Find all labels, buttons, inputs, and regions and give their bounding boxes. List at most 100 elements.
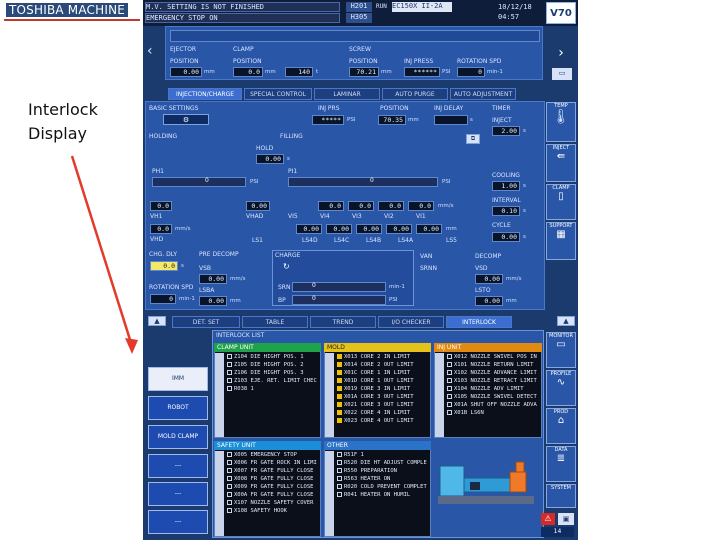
mold-scrollbar[interactable] bbox=[325, 353, 334, 437]
inj-prs-value[interactable]: ***** bbox=[312, 115, 344, 125]
vhad-value[interactable]: 0.00 bbox=[246, 201, 270, 211]
ls-value-3[interactable]: 0.00 bbox=[356, 224, 382, 234]
list-item[interactable]: X022 CORE 4 IN LIMIT bbox=[336, 409, 430, 417]
cycle-value[interactable]: 0.00 bbox=[492, 232, 520, 242]
ls-value-5[interactable]: 0.00 bbox=[416, 224, 442, 234]
sidebar-item-clamp[interactable]: CLAMP ▯ bbox=[546, 184, 576, 220]
vsd-value[interactable]: 0.00 bbox=[475, 274, 503, 284]
inj-position-value[interactable]: 70.35 bbox=[378, 115, 406, 125]
list-item[interactable]: R038 1 bbox=[226, 385, 320, 393]
list-item[interactable]: X012 NOZZLE SWIVEL POS IN bbox=[446, 353, 541, 361]
rotation-spd-charge-value[interactable]: 0 bbox=[150, 294, 176, 304]
tab-det-set[interactable]: DET. SET bbox=[172, 316, 240, 328]
tab-interlock[interactable]: INTERLOCK bbox=[446, 316, 512, 328]
list-item[interactable]: Z105 DIE HIGHT POS. 2 bbox=[226, 361, 320, 369]
tab-table[interactable]: TABLE bbox=[242, 316, 308, 328]
empty-button-2[interactable]: --- bbox=[148, 482, 208, 506]
inject-timer-value[interactable]: 2.00 bbox=[492, 126, 520, 136]
sidebar-item-system[interactable]: SYSTEM bbox=[546, 484, 576, 508]
list-item[interactable]: R041 HEATER ON HUMIL bbox=[336, 491, 430, 499]
imm-button[interactable]: IMM bbox=[148, 367, 208, 391]
alarm-icon[interactable]: ⚠ bbox=[541, 513, 555, 525]
robot-button[interactable]: ROBOT bbox=[148, 396, 208, 420]
list-item[interactable]: R550 PREPARATION bbox=[336, 467, 430, 475]
list-item[interactable]: X01C CORE 1 IN LIMIT bbox=[336, 369, 430, 377]
sidebar-up-icon[interactable]: ▲ bbox=[557, 316, 575, 326]
list-item[interactable]: X104 NOZZLE ADV LIMIT bbox=[446, 385, 541, 393]
rotation-spd-value[interactable]: 0 bbox=[457, 67, 485, 77]
list-item[interactable]: Z103 EJE. RET. LIMIT CHEC bbox=[226, 377, 320, 385]
tab-laminar[interactable]: LAMINAR bbox=[314, 88, 380, 100]
inj-press-value[interactable]: ****** bbox=[404, 67, 440, 77]
list-item[interactable]: X014 CORE 2 OUT LIMIT bbox=[336, 361, 430, 369]
mold-clamp-button[interactable]: MOLD CLAMP bbox=[148, 425, 208, 449]
other-scrollbar[interactable] bbox=[325, 451, 334, 536]
chg-dly-value[interactable]: 0.0 bbox=[150, 261, 178, 271]
list-item[interactable]: X01B LS6N bbox=[446, 409, 541, 417]
list-item[interactable]: R563 HEATER ON bbox=[336, 475, 430, 483]
message-2[interactable]: EMERGENCY STOP ON bbox=[145, 13, 340, 23]
pi1-value[interactable]: 0 bbox=[370, 177, 374, 184]
empty-button-1[interactable]: --- bbox=[148, 454, 208, 478]
inj-unit-scrollbar[interactable] bbox=[435, 353, 444, 437]
vi-value-4[interactable]: 0.0 bbox=[408, 201, 434, 211]
clamp-unit-scrollbar[interactable] bbox=[215, 353, 224, 437]
list-item[interactable]: R020 COLD PREVENT COMPLET bbox=[336, 483, 430, 491]
clamp-force-value[interactable]: 140 bbox=[285, 67, 313, 77]
ls-value-1[interactable]: 0.00 bbox=[296, 224, 322, 234]
clamp-position-value[interactable]: 0.0 bbox=[233, 67, 263, 77]
list-item[interactable]: X108 SAFETY HOOK bbox=[226, 507, 320, 515]
vi-value-3[interactable]: 0.0 bbox=[378, 201, 404, 211]
vi-value-1[interactable]: 0.0 bbox=[318, 201, 344, 211]
vsb-value[interactable]: 0.00 bbox=[199, 274, 227, 284]
sidebar-item-monitor[interactable]: MONITOR ▭ bbox=[546, 332, 576, 368]
scroll-up-icon[interactable]: ▲ bbox=[148, 316, 166, 326]
screw-position-value[interactable]: 70.21 bbox=[349, 67, 379, 77]
mode-icon-row[interactable] bbox=[170, 30, 540, 42]
list-item[interactable]: X00A FR GATE FULLY CLOSE bbox=[226, 491, 320, 499]
list-item[interactable]: X01D CORE 1 OUT LIMIT bbox=[336, 377, 430, 385]
lsba-value[interactable]: 0.00 bbox=[199, 296, 227, 306]
chevron-right-icon[interactable]: › bbox=[550, 46, 572, 62]
vi-value-2[interactable]: 0.0 bbox=[348, 201, 374, 211]
sidebar-item-temp[interactable]: TEMP 🌡 bbox=[546, 102, 576, 142]
sidebar-item-profile[interactable]: PROFILE ∿ bbox=[546, 370, 576, 406]
message-1[interactable]: M.V. SETTING IS NOT FINISHED bbox=[145, 2, 340, 12]
screen-icon[interactable]: ▣ bbox=[558, 513, 574, 525]
ph1-value[interactable]: 0 bbox=[205, 177, 209, 184]
chevron-left-icon[interactable]: ‹ bbox=[147, 44, 161, 58]
list-item[interactable]: R520 DIE HT ADJUST COMPLE bbox=[336, 459, 430, 467]
list-item[interactable]: X019 CORE 3 IN LIMIT bbox=[336, 385, 430, 393]
basic-settings-button[interactable]: ⚙ bbox=[163, 114, 209, 125]
list-item[interactable]: X005 EMERGENCY STOP bbox=[226, 451, 320, 459]
list-item[interactable]: X102 NOZZLE ADVANCE LIMIT bbox=[446, 369, 541, 377]
tab-special-control[interactable]: SPECIAL CONTROL bbox=[244, 88, 312, 100]
list-item[interactable]: X023 CORE 4 OUT LIMIT bbox=[336, 417, 430, 425]
list-item[interactable]: X103 NOZZLE RETRACT LIMIT bbox=[446, 377, 541, 385]
list-item[interactable]: X01A CORE 3 OUT LIMIT bbox=[336, 393, 430, 401]
tab-trend[interactable]: TREND bbox=[310, 316, 376, 328]
inj-delay-value[interactable] bbox=[434, 115, 468, 125]
vh1-value[interactable]: 0.0 bbox=[150, 201, 172, 211]
ls-value-2[interactable]: 0.00 bbox=[326, 224, 352, 234]
list-item[interactable]: Z104 DIE HIGHT POS. 1 bbox=[226, 353, 320, 361]
list-item[interactable]: X105 NOZZLE SWIVEL DETECT bbox=[446, 393, 541, 401]
list-item[interactable]: R51F 1 bbox=[336, 451, 430, 459]
empty-button-3[interactable]: --- bbox=[148, 510, 208, 534]
cooling-value[interactable]: 1.00 bbox=[492, 181, 520, 191]
tab-auto-adjustment[interactable]: AUTO ADJUSTMENT bbox=[450, 88, 516, 100]
tab-io-checker[interactable]: I/O CHECKER bbox=[378, 316, 444, 328]
lsto-value[interactable]: 0.00 bbox=[475, 296, 503, 306]
tab-injection-charge[interactable]: INJECTION/CHARGE bbox=[168, 88, 242, 100]
vhd-value[interactable]: 0.0 bbox=[150, 224, 172, 234]
ls-value-4[interactable]: 0.00 bbox=[386, 224, 412, 234]
interval-value[interactable]: 0.10 bbox=[492, 206, 520, 216]
graph-toggle-button[interactable]: ⧉ bbox=[466, 134, 480, 144]
list-item[interactable]: Z106 DIE HIGHT POS. 3 bbox=[226, 369, 320, 377]
list-item[interactable]: X01A SHUT OFF NOZZLE ADVA bbox=[446, 401, 541, 409]
sidebar-item-support[interactable]: SUPPORT ▦ bbox=[546, 222, 576, 260]
srn-value[interactable]: 0 bbox=[312, 282, 316, 289]
list-item[interactable]: X009 FR GATE FULLY CLOSE bbox=[226, 483, 320, 491]
list-item[interactable]: X021 CORE 3 OUT LIMIT bbox=[336, 401, 430, 409]
list-item[interactable]: X013 CORE 2 IN LIMIT bbox=[336, 353, 430, 361]
